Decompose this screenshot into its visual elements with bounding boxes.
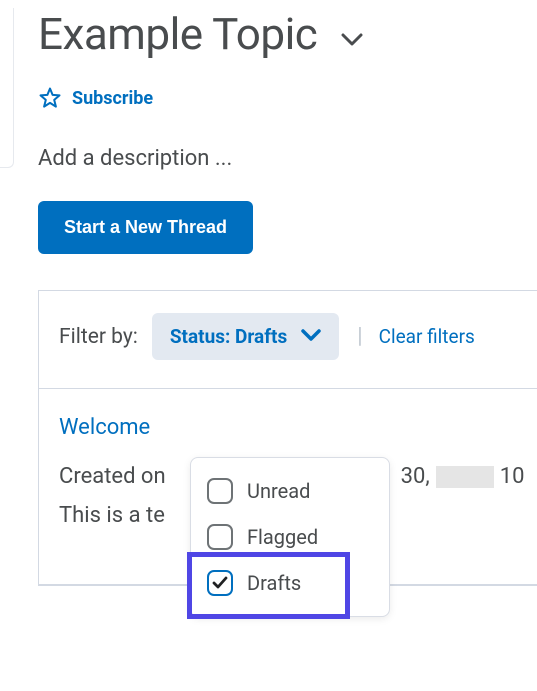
thread-title-link[interactable]: Welcome xyxy=(59,415,537,440)
filter-option-label: Unread xyxy=(247,479,310,503)
checkbox-unread[interactable] xyxy=(207,478,233,504)
start-thread-button[interactable]: Start a New Thread xyxy=(38,201,253,254)
filter-option-flagged[interactable]: Flagged xyxy=(195,514,385,560)
checkbox-drafts[interactable] xyxy=(207,570,233,596)
thread-created-time: 10 xyxy=(500,464,525,489)
topic-actions-chevron[interactable] xyxy=(341,32,363,51)
filter-divider: | xyxy=(357,324,362,349)
filter-option-unread[interactable]: Unread xyxy=(195,468,385,514)
filter-bar: Filter by: Status: Drafts | Clear filter… xyxy=(39,291,537,389)
filter-option-drafts[interactable]: Drafts xyxy=(195,560,385,606)
clear-filters-link[interactable]: Clear filters xyxy=(379,325,475,348)
collapsed-side-panel xyxy=(0,8,14,168)
description-placeholder[interactable]: Add a description ... xyxy=(38,146,537,171)
page-title: Example Topic xyxy=(38,8,317,60)
filter-option-label: Flagged xyxy=(247,525,318,549)
subscribe-link[interactable]: Subscribe xyxy=(72,88,153,109)
status-filter-menu: Unread Flagged Drafts xyxy=(190,457,390,617)
filter-option-label: Drafts xyxy=(247,571,301,595)
filter-label: Filter by: xyxy=(59,325,138,349)
status-filter-text: Status: Drafts xyxy=(170,325,287,348)
redacted-area xyxy=(436,466,494,488)
checkbox-flagged[interactable] xyxy=(207,524,233,550)
chevron-down-icon xyxy=(301,327,321,346)
status-filter-dropdown[interactable]: Status: Drafts xyxy=(152,313,339,360)
thread-created-prefix: Created on xyxy=(59,464,166,489)
star-icon[interactable] xyxy=(38,86,62,110)
thread-created-day: 30, xyxy=(401,464,430,489)
